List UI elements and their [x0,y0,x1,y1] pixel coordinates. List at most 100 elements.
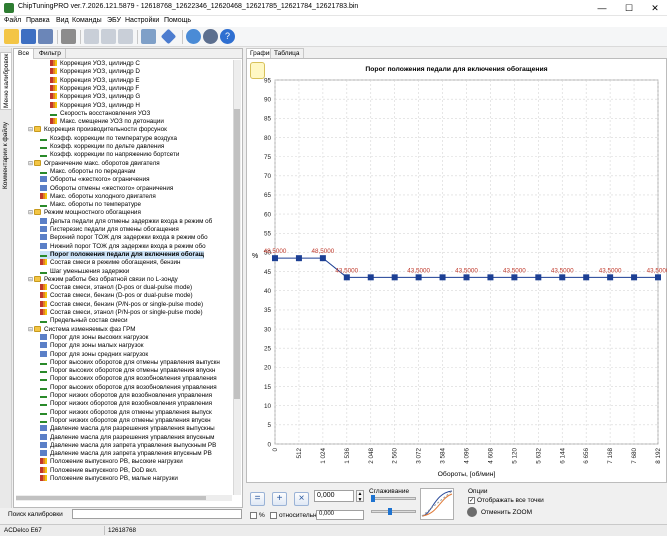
tree-folder[interactable]: ⊟ Коррекция производительности форсунок [28,126,167,134]
tree-item[interactable]: Гистерезис педали для отмены обогащения [40,226,179,234]
save-as-icon[interactable] [38,29,53,44]
tree-item[interactable]: Коэфф. коррекции по напряжению бортсети [40,151,179,159]
tree-item[interactable]: Порог положения педали для включения обо… [40,250,204,259]
tab-calibration-menu[interactable]: Меню калибровок [0,52,12,110]
minimize-button[interactable]: — [590,0,614,16]
tree-item[interactable]: Положение выпускного PB, DoD вкл. [40,466,158,475]
smoothing-slider-1-thumb[interactable] [371,495,375,502]
tab-filter[interactable]: Фильтр [35,49,66,59]
tree-item[interactable]: Порог высоких оборотов для отмены управл… [40,359,220,367]
tree-item[interactable]: Порог высоких оборотов для возобновления… [40,384,217,392]
navigate-icon[interactable] [160,28,177,45]
tree-item[interactable]: Коррекция УОЗ, цилиндр H [50,101,140,110]
menu-ecu[interactable]: ЭБУ [107,17,121,24]
x-tick-label: 6 144 [559,448,566,464]
tree-item[interactable]: Макс. смещение УОЗ по детонации [50,118,164,126]
show-all-points-checkbox[interactable]: ✓ [468,497,475,504]
tab-all[interactable]: Все [14,49,35,59]
tree-hscroll-thumb[interactable] [16,496,206,500]
paste-icon[interactable] [101,29,116,44]
tree-item[interactable]: Положение выпускного PB, высокие нагрузк… [40,458,183,466]
tree-folder[interactable]: ⊟ Режим мощностного обогащения [28,209,141,217]
tree-scroll-thumb[interactable] [234,109,240,399]
tree-item[interactable]: Коэфф. коррекции по дельте давления [40,143,164,151]
close-button[interactable]: ✕ [643,0,667,16]
tree-folder[interactable]: ⊟ Система изменяемых фаз ГРМ [28,325,136,334]
tree-item[interactable]: Состав смеси, этанол (P/N-pos or single-… [40,309,203,317]
tree-item[interactable]: Порог низких оборотов для возобновления … [40,392,212,400]
tree-item[interactable]: Обороты «жесткого» ограничения [40,176,150,184]
tree-item[interactable]: Порог низких оборотов для отмены управле… [40,417,211,425]
help-icon[interactable]: ? [220,29,235,44]
tree-item[interactable]: Состав смеси, бензин (P/N-pos or single-… [40,300,203,309]
menu-commands[interactable]: Команды [72,17,102,24]
plus-button[interactable]: + [272,492,287,506]
smoothing-slider-2[interactable] [371,510,416,513]
print-icon[interactable] [61,29,76,44]
tab-table[interactable]: Таблица [270,48,304,58]
tree-item[interactable]: Коэфф. коррекции по температуре воздуха [40,135,177,143]
copy-icon[interactable] [84,29,99,44]
tree-item[interactable]: Предельный состав смеси [40,317,128,325]
tree-item[interactable]: Порог высоких оборотов для возобновления… [40,375,217,383]
menu-view[interactable]: Вид [56,17,69,24]
smoothing-slider-2-thumb[interactable] [388,508,392,515]
tree-item[interactable]: Верхний порог TOЖ для задержки входа в р… [40,234,208,242]
tree-item[interactable]: Коррекция УОЗ, цилиндр D [50,68,140,76]
maximize-button[interactable]: ☐ [617,0,641,16]
connect-icon[interactable] [186,29,201,44]
menu-file[interactable]: Файл [4,17,21,24]
tree-item[interactable]: Порог низких оборотов для отмены управле… [40,409,212,417]
tools-icon[interactable] [141,29,156,44]
tree-item[interactable]: Порог для зоны малых нагрузок [40,342,144,350]
tree-item[interactable]: Состав смеси в режиме обогащения, бензин [40,259,181,267]
menu-help[interactable]: Помощь [164,17,191,24]
tree-item[interactable]: Давление масла для запрета управления вы… [40,441,216,450]
reset-zoom-button[interactable]: Отменить ZOOM [481,509,532,516]
relative-value-input[interactable]: 0,000 [316,510,364,520]
menu-settings[interactable]: Настройки [125,17,159,24]
step-value-input[interactable]: 0,000 [314,490,354,502]
search-input[interactable] [72,509,242,519]
settings-icon[interactable] [203,29,218,44]
tree-item[interactable]: Давление масла для запрета управления вп… [40,450,212,458]
tree-item[interactable]: Скорость восстановления УОЗ [50,110,150,118]
tree-item-label: Коррекция УОЗ, цилиндр G [60,93,141,101]
menu-edit[interactable]: Правка [26,17,50,24]
tree-item[interactable]: Макс. обороты по температуре [40,201,141,209]
tree-item[interactable]: Давление масла для разрешения управления… [40,433,215,442]
view-tabs: График Таблица [246,48,667,58]
tree-item[interactable]: Коррекция УОЗ, цилиндр F [50,84,139,93]
smoothing-slider-1[interactable] [371,497,416,500]
tree-item[interactable]: Коррекция УОЗ, цилиндр G [50,93,140,101]
tree-item[interactable]: Обороты отмены «жесткого» ограничения [40,184,173,193]
tree-item[interactable]: Состав смеси, этанол (D-pos or dual-puls… [40,284,192,292]
tree-folder[interactable]: ⊟ Режим работы без обратной связи по L-зо… [28,275,178,284]
tree-item[interactable]: Состав смеси, бензин (D-pos or dual-puls… [40,292,193,300]
tree-item-label: Коэфф. коррекции по напряжению бортсети [50,151,180,159]
relative-checkbox[interactable] [270,512,277,519]
open-icon[interactable] [4,29,19,44]
tree-item[interactable]: Дельта педали для отмены задержки входа … [40,217,212,226]
percent-checkbox[interactable] [250,512,257,519]
tree-item[interactable]: Коррекция УОЗ, цилиндр C [50,60,140,68]
save-icon[interactable] [21,29,36,44]
tree-item[interactable]: Порог низких оборотов для возобновления … [40,400,212,408]
tree-item[interactable]: Шаг уменьшения задержки [40,268,129,276]
tree-item[interactable]: Давление масла для разрешения управления… [40,425,215,433]
tree-item[interactable]: Порог для зоны средних нагрузок [40,350,148,359]
tree-folder[interactable]: ⊟ Ограничение макс. оборотов двигателя [28,159,160,168]
multiply-button[interactable]: × [294,492,309,506]
tree-item[interactable]: Порог для зоны высоких нагрузок [40,333,148,342]
tree-item[interactable]: Порог высоких оборотов для отмены управл… [40,367,215,375]
tree-item[interactable]: Положение выпускного PB, малые нагрузки [40,475,178,483]
tree-item[interactable]: Макс. обороты холодного двигателя [40,192,156,201]
step-spinner[interactable]: ▲ ▼ [356,490,364,503]
tree-item[interactable]: Коррекция УОЗ, цилиндр E [50,76,140,85]
reset-zoom-icon[interactable] [467,507,477,517]
equal-button[interactable]: = [250,492,265,506]
undo-icon[interactable] [118,29,133,44]
tab-file-comments[interactable]: Комментарии к файлу [0,114,12,196]
tree-item[interactable]: Нижний порог TOЖ для задержки входа в ре… [40,242,206,251]
tree-item[interactable]: Макс. обороты по передачам [40,168,136,176]
